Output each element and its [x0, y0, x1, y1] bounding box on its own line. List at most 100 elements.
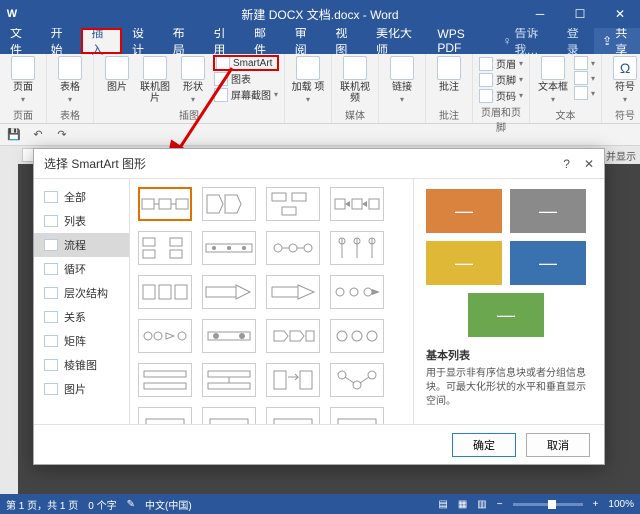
smartart-button[interactable]: SmartArt [214, 56, 278, 70]
layout-thumb[interactable] [202, 407, 256, 424]
links-button[interactable]: 链接▾ [385, 56, 419, 104]
layout-thumb[interactable] [266, 363, 320, 397]
shapes-button[interactable]: 形状▾ [176, 56, 210, 104]
tab-file[interactable]: 文件 [0, 28, 41, 54]
text-parts-button[interactable]: ▾ [574, 56, 595, 70]
cancel-button[interactable]: 取消 [526, 433, 590, 457]
comment-button[interactable]: 批注 [432, 56, 466, 93]
ok-button[interactable]: 确定 [452, 433, 516, 457]
preview-block: — [510, 241, 586, 285]
tab-wpspdf[interactable]: WPS PDF [427, 28, 494, 54]
cat-matrix[interactable]: 矩阵 [34, 329, 129, 353]
group-pages-label: 页面 [6, 106, 40, 123]
dialog-footer: 确定 取消 [34, 424, 604, 464]
layout-thumb[interactable] [330, 319, 384, 353]
zoom-slider[interactable] [513, 503, 583, 506]
wordart-button[interactable]: ▾ [574, 71, 595, 85]
tab-references[interactable]: 引用 [203, 28, 244, 54]
dialog-close-button[interactable]: ✕ [584, 157, 594, 171]
tell-me[interactable]: ♀ 告诉我… [494, 28, 558, 54]
layout-thumb[interactable] [138, 187, 192, 221]
layout-thumb[interactable] [330, 275, 384, 309]
status-language[interactable]: 中文(中国) [145, 497, 192, 512]
layout-thumb[interactable] [266, 319, 320, 353]
qat-save-icon[interactable]: 💾 [6, 127, 22, 143]
tab-view[interactable]: 视图 [325, 28, 366, 54]
layout-thumb[interactable] [266, 275, 320, 309]
tab-insert[interactable]: 插入 [81, 28, 122, 54]
layout-thumb[interactable] [330, 187, 384, 221]
minimize-button[interactable]: ─ [520, 0, 560, 28]
screenshot-button[interactable]: 屏幕截图 ▾ [214, 87, 278, 102]
view-print-icon[interactable]: ▦ [458, 499, 467, 510]
status-bar: 第 1 页，共 1 页 0 个字 ✎ 中文(中国) ▤ ▦ ▥ − + 100% [0, 494, 640, 514]
status-words[interactable]: 0 个字 [88, 497, 116, 512]
pages-button[interactable]: 页面▾ [6, 56, 40, 104]
group-symbol-label: 符号 [608, 106, 640, 123]
status-pages[interactable]: 第 1 页，共 1 页 [6, 497, 78, 512]
cat-cycle[interactable]: 循环 [34, 257, 129, 281]
layout-thumb[interactable] [202, 231, 256, 265]
cat-picture[interactable]: 图片 [34, 377, 129, 401]
pagenumber-button[interactable]: 页码 ▾ [479, 88, 523, 103]
tab-mailings[interactable]: 邮件 [244, 28, 285, 54]
footer-button[interactable]: 页脚 ▾ [479, 72, 523, 87]
layout-thumb[interactable] [202, 319, 256, 353]
layout-thumb[interactable] [330, 231, 384, 265]
maximize-button[interactable]: ☐ [560, 0, 600, 28]
group-media-label: 媒体 [338, 106, 372, 123]
tab-review[interactable]: 审阅 [285, 28, 326, 54]
cat-pyramid[interactable]: 棱锥图 [34, 353, 129, 377]
login-button[interactable]: 登录 [559, 28, 594, 54]
layout-thumb[interactable] [138, 407, 192, 424]
cat-process[interactable]: 流程 [34, 233, 129, 257]
cat-list[interactable]: 列表 [34, 209, 129, 233]
layout-thumb[interactable] [138, 231, 192, 265]
layout-gallery[interactable] [130, 179, 414, 424]
cat-all[interactable]: 全部 [34, 185, 129, 209]
tab-design[interactable]: 设计 [122, 28, 163, 54]
table-button[interactable]: 表格▾ [53, 56, 87, 104]
dropcap-button[interactable]: ▾ [574, 86, 595, 100]
ribbon: 页面▾ 页面 表格▾ 表格 图片 联机图片 形状▾ SmartArt 图表 屏幕… [0, 54, 640, 124]
pictures-button[interactable]: 图片 [100, 56, 134, 93]
layout-thumb[interactable] [330, 407, 384, 424]
zoom-value[interactable]: 100% [608, 499, 634, 510]
cat-relationship[interactable]: 关系 [34, 305, 129, 329]
header-button[interactable]: 页眉 ▾ [479, 56, 523, 71]
layout-thumb[interactable] [138, 363, 192, 397]
chart-button[interactable]: 图表 [214, 71, 278, 86]
layout-thumb[interactable] [266, 231, 320, 265]
online-video-button[interactable]: 联机视频 [338, 56, 372, 104]
layout-thumb[interactable] [266, 187, 320, 221]
layout-thumb[interactable] [202, 187, 256, 221]
zoom-out-button[interactable]: − [497, 499, 503, 510]
symbol-button[interactable]: Ω符号▾ [608, 56, 640, 104]
layout-thumb[interactable] [138, 319, 192, 353]
close-button[interactable]: ✕ [600, 0, 640, 28]
zoom-in-button[interactable]: + [593, 499, 599, 510]
share-button[interactable]: ⇪ 共享 [594, 28, 640, 54]
layout-thumb[interactable] [266, 407, 320, 424]
layout-thumb[interactable] [330, 363, 384, 397]
view-web-icon[interactable]: ▥ [477, 499, 486, 510]
screenshot-icon [214, 88, 228, 102]
dialog-help-button[interactable]: ? [563, 157, 570, 171]
dialog-title: 选择 SmartArt 图形 [44, 155, 146, 172]
qat-undo-icon[interactable]: ↶ [30, 127, 46, 143]
textbox-button[interactable]: 文本框▾ [536, 56, 570, 104]
view-readmode-icon[interactable]: ▤ [438, 499, 447, 510]
layout-thumb[interactable] [138, 275, 192, 309]
tab-beautify[interactable]: 美化大师 [366, 28, 427, 54]
addins-button[interactable]: 加载 项 ▾ [291, 56, 325, 104]
cat-hierarchy[interactable]: 层次结构 [34, 281, 129, 305]
title-bar: W 新建 DOCX 文档.docx - Word ─ ☐ ✕ [0, 0, 640, 28]
tab-home[interactable]: 开始 [41, 28, 82, 54]
online-pictures-button[interactable]: 联机图片 [138, 56, 172, 104]
qat-redo-icon[interactable]: ↷ [54, 127, 70, 143]
tab-layout[interactable]: 布局 [163, 28, 204, 54]
layout-thumb[interactable] [202, 363, 256, 397]
quick-access-toolbar: 💾 ↶ ↷ [0, 124, 640, 146]
layout-thumb[interactable] [202, 275, 256, 309]
doc-right-hint: 并显示 [606, 148, 636, 163]
